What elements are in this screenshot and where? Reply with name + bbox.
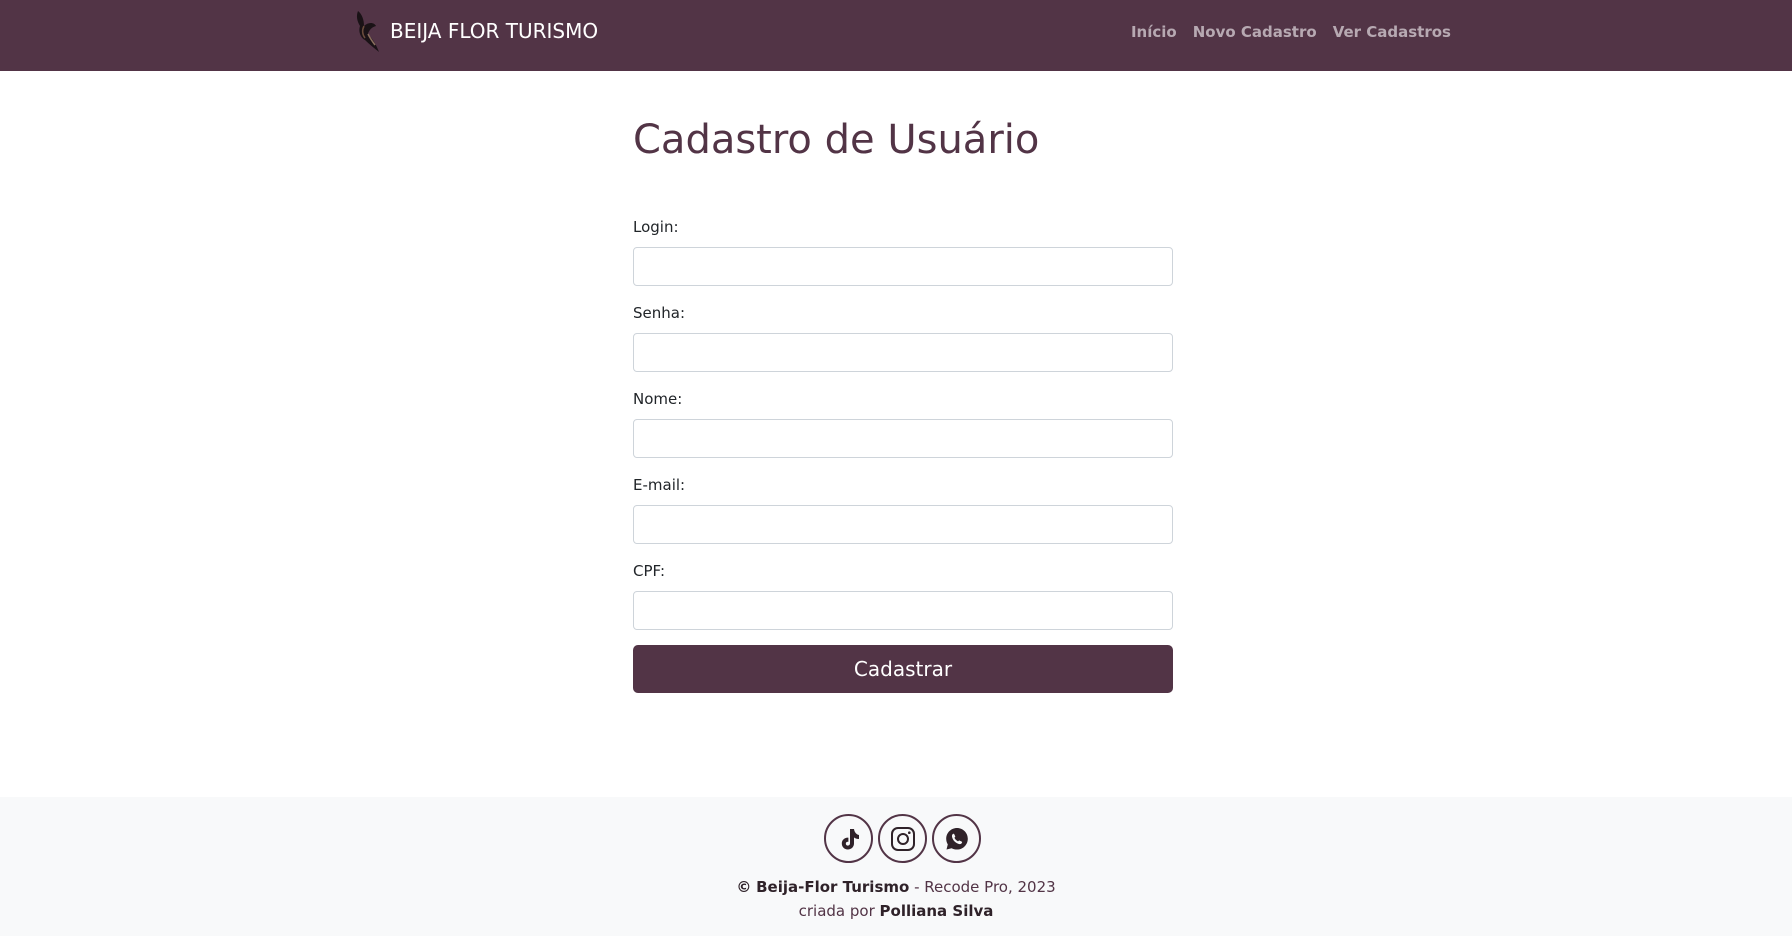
tiktok-link[interactable] bbox=[824, 814, 873, 863]
email-input[interactable] bbox=[633, 505, 1173, 544]
brand-name: BEIJA FLOR TURISMO bbox=[390, 19, 599, 43]
nav-link-ver-cadastros[interactable]: Ver Cadastros bbox=[1333, 23, 1451, 41]
copyright-line: © Beija-Flor Turismo - Recode Pro, 2023 bbox=[0, 875, 1792, 899]
tiktok-icon bbox=[841, 828, 859, 849]
cpf-label: CPF: bbox=[633, 562, 666, 580]
copyright-text: - Recode Pro, 2023 bbox=[909, 878, 1056, 896]
email-field-group: E-mail: bbox=[633, 474, 1173, 560]
email-label: E-mail: bbox=[633, 476, 686, 494]
hummingbird-logo-icon bbox=[356, 11, 379, 52]
page-title: Cadastro de Usuário bbox=[633, 117, 1040, 163]
login-label: Login: bbox=[633, 218, 679, 236]
nav-link-inicio[interactable]: Início bbox=[1131, 23, 1177, 41]
whatsapp-icon bbox=[945, 827, 968, 849]
company-name: Beija-Flor Turismo bbox=[756, 878, 910, 896]
footer: © Beija-Flor Turismo - Recode Pro, 2023 … bbox=[0, 797, 1792, 936]
nome-field-group: Nome: bbox=[633, 388, 1173, 474]
copyright-symbol: © bbox=[736, 878, 752, 896]
credit-prefix: criada por bbox=[798, 902, 880, 920]
credit-line: criada por Polliana Silva bbox=[0, 899, 1792, 923]
instagram-icon bbox=[890, 826, 915, 851]
senha-field-group: Senha: bbox=[633, 302, 1173, 388]
nome-label: Nome: bbox=[633, 390, 683, 408]
nav-links: Início Novo Cadastro Ver Cadastros bbox=[1131, 23, 1451, 41]
social-links bbox=[824, 814, 981, 863]
whatsapp-link[interactable] bbox=[932, 814, 981, 863]
nav-link-novo-cadastro[interactable]: Novo Cadastro bbox=[1193, 23, 1317, 41]
author-name: Polliana Silva bbox=[879, 902, 994, 920]
cadastrar-button[interactable]: Cadastrar bbox=[633, 645, 1173, 693]
nome-input[interactable] bbox=[633, 419, 1173, 458]
instagram-link[interactable] bbox=[878, 814, 927, 863]
cpf-input[interactable] bbox=[633, 591, 1173, 630]
navbar: BEIJA FLOR TURISMO Início Novo Cadastro … bbox=[0, 0, 1792, 71]
login-input[interactable] bbox=[633, 247, 1173, 286]
senha-label: Senha: bbox=[633, 304, 686, 322]
user-registration-form: Login: Senha: Nome: E-mail: CPF: Cadastr… bbox=[633, 216, 1173, 693]
brand-link[interactable]: BEIJA FLOR TURISMO bbox=[352, 8, 598, 54]
cpf-field-group: CPF: bbox=[633, 560, 1173, 646]
login-field-group: Login: bbox=[633, 216, 1173, 302]
senha-input[interactable] bbox=[633, 333, 1173, 372]
